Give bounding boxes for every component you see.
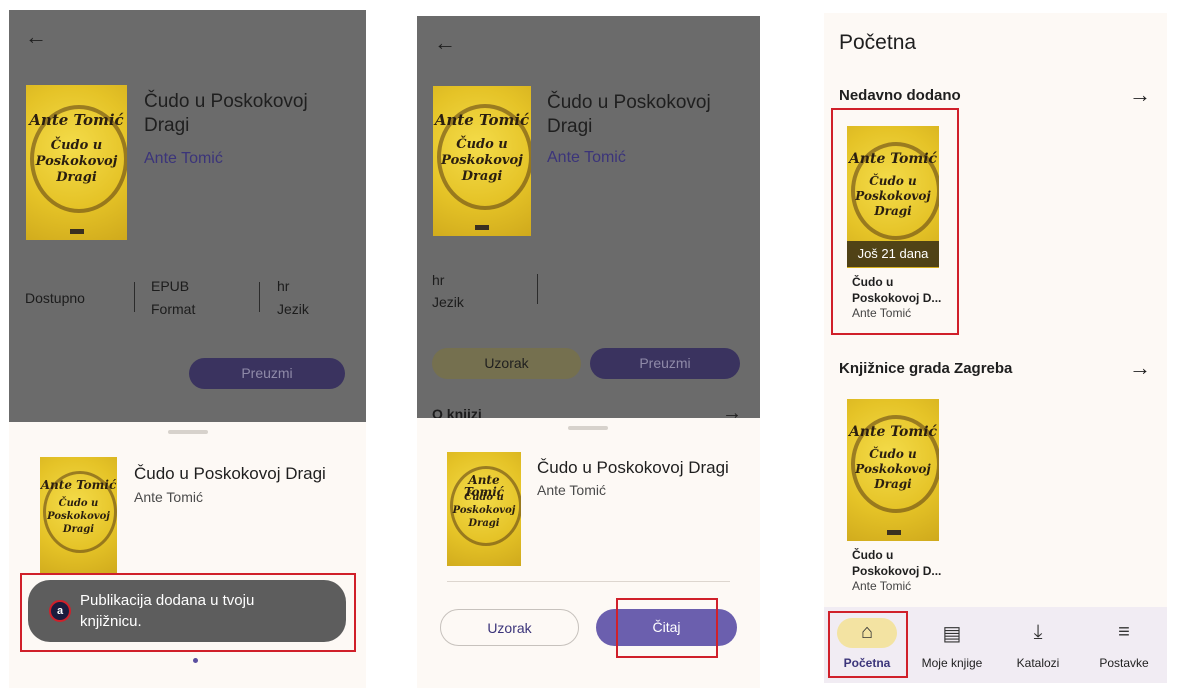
cover-author: Ante Tomić <box>848 424 938 440</box>
book-author[interactable]: Ante Tomić <box>547 149 626 167</box>
format-label: Format <box>151 301 196 317</box>
book-author: Ante Tomić <box>852 579 912 593</box>
book-title-line1: Čudo u Poskokovoj <box>547 92 711 113</box>
section-library-title: Knjižnice grada Zagreba <box>839 360 1013 377</box>
book-title-line1: Čudo u Poskokovoj <box>144 91 308 112</box>
language-value: hr <box>432 272 445 288</box>
cover-title-3: Dragi <box>56 170 97 185</box>
divider <box>134 282 135 312</box>
book-cover: Ante Tomić Čudo u Poskokovoj Dragi <box>26 85 127 240</box>
cover-title-1: Čudo u <box>50 138 103 153</box>
divider <box>259 282 260 312</box>
cover-title-1: Čudo u <box>58 498 99 509</box>
book-title-line1[interactable]: Čudo u <box>852 547 893 563</box>
divider <box>537 274 538 304</box>
divider <box>447 581 730 582</box>
cover-title-2: Poskokovoj <box>47 511 110 522</box>
highlight-frame <box>20 573 356 652</box>
download-button[interactable]: Preuzmi <box>590 348 740 379</box>
cover-title-3: Dragi <box>461 169 503 184</box>
book-cover: Ante Tomić Čudo u Poskokovoj Dragi <box>433 86 531 236</box>
book-author[interactable]: Ante Tomić <box>144 150 223 168</box>
arrow-right-icon[interactable]: → <box>1129 355 1151 381</box>
cover-title-2: Poskokovoj <box>441 153 523 168</box>
nav-catalogs[interactable]: Katalozi <box>998 656 1078 670</box>
page-indicator-dot <box>193 658 198 663</box>
nav-my-books[interactable]: Moje knjige <box>912 656 992 670</box>
book-title-line2: Dragi <box>547 116 593 137</box>
sheet-handle[interactable] <box>568 426 608 430</box>
book-cover-thumb: Ante Tomić Čudo u Poskokovoj Dragi <box>447 452 521 566</box>
cover-title-2: Poskokovoj <box>452 505 516 516</box>
page-title: Početna <box>839 31 917 54</box>
section-recent-title: Nedavno dodano <box>839 87 961 104</box>
highlight-frame <box>828 611 908 678</box>
cover-author: Ante Tomić <box>40 478 117 492</box>
sample-button[interactable]: Uzorak <box>432 348 581 379</box>
cover-title-1: Čudo u <box>464 492 504 503</box>
cover-title-2: Poskokovoj <box>855 462 931 476</box>
cover-title-3: Dragi <box>874 477 912 491</box>
book-cover[interactable]: Ante Tomić Čudo u Poskokovoj Dragi <box>847 399 939 541</box>
cover-title-1: Čudo u <box>869 447 917 461</box>
language-value: hr <box>277 278 290 294</box>
language-label: Jezik <box>432 294 464 310</box>
sheet-book-title: Čudo u Poskokovoj Dragi <box>537 458 729 477</box>
cover-title-1: Čudo u <box>456 137 508 152</box>
panel1-background: ← Ante Tomić Čudo u Poskokovoj Dragi Čud… <box>9 10 366 422</box>
sheet-handle[interactable] <box>168 430 208 434</box>
book-cover-thumb: Ante Tomić Čudo u Poskokovoj Dragi <box>40 457 117 575</box>
format-value: EPUB <box>151 278 190 294</box>
book-title-line2[interactable]: Poskokovoj D... <box>852 563 941 579</box>
availability-status: Dostupno <box>25 290 85 306</box>
highlight-frame <box>831 108 959 335</box>
sheet-book-author: Ante Tomić <box>134 489 203 505</box>
back-arrow-icon[interactable]: ← <box>434 30 456 56</box>
sample-button[interactable]: Uzorak <box>440 609 579 646</box>
cover-author: Ante Tomić <box>434 111 530 129</box>
language-label: Jezik <box>277 301 309 317</box>
nav-settings[interactable]: Postavke <box>1084 656 1164 670</box>
cover-title-3: Dragi <box>468 518 500 529</box>
cover-title-2: Poskokovoj <box>35 154 118 169</box>
menu-icon[interactable]: ≡ <box>1094 621 1154 644</box>
back-arrow-icon[interactable]: ← <box>25 24 47 50</box>
books-icon[interactable]: ▤ <box>922 621 982 646</box>
sheet-book-author: Ante Tomić <box>537 482 606 498</box>
download-icon[interactable]: ⤓ <box>1008 621 1068 644</box>
download-button[interactable]: Preuzmi <box>189 358 345 389</box>
book-title-line2: Dragi <box>144 115 190 136</box>
cover-author: Ante Tomić <box>29 111 124 129</box>
highlight-frame <box>616 598 718 658</box>
sheet-book-title: Čudo u Poskokovoj Dragi <box>134 464 326 483</box>
cover-title-3: Dragi <box>62 524 95 535</box>
arrow-right-icon[interactable]: → <box>1129 82 1151 108</box>
panel2-background: ← Ante Tomić Čudo u Poskokovoj Dragi Čud… <box>417 16 760 424</box>
